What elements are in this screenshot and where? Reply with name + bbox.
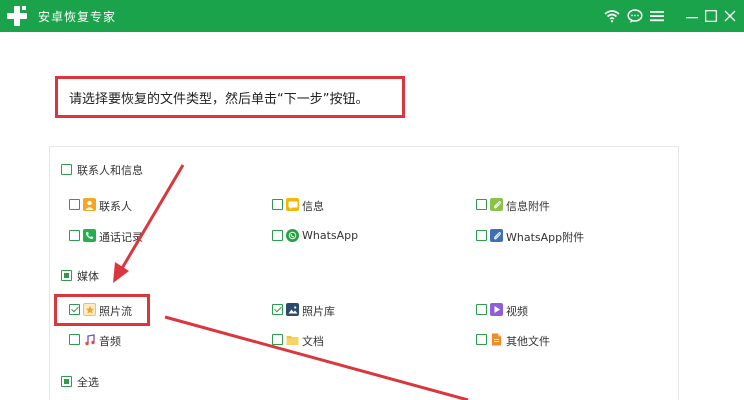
other-files-label: 其他文件	[506, 335, 550, 348]
title-bar: 安卓恢复专家	[0, 0, 744, 32]
select-all-label: 全选	[77, 376, 99, 389]
app-logo-icon	[7, 6, 27, 26]
section-media-checkbox[interactable]	[61, 270, 72, 281]
contact-icon	[83, 198, 96, 211]
annotation-highlight-box	[54, 294, 150, 326]
contacts-label: 联系人	[99, 200, 132, 213]
app-title: 安卓恢复专家	[38, 10, 117, 24]
whatsapp-attachment-icon	[490, 229, 503, 242]
documents-checkbox[interactable]	[272, 334, 283, 345]
audio-checkbox[interactable]	[69, 334, 80, 345]
whatsapp-attachments-checkbox[interactable]	[476, 230, 487, 241]
select-all-checkbox[interactable]	[61, 376, 72, 387]
photo-library-label: 照片库	[302, 305, 335, 318]
video-icon	[490, 303, 503, 316]
whatsapp-icon	[286, 229, 299, 242]
wifi-icon[interactable]	[603, 7, 621, 25]
maximize-button[interactable]	[703, 7, 719, 25]
section-contacts-label: 联系人和信息	[77, 164, 143, 177]
video-checkbox[interactable]	[476, 304, 487, 315]
messages-label: 信息	[302, 200, 324, 213]
video-label: 视频	[506, 305, 528, 318]
instruction-text: 请选择要恢复的文件类型，然后单击“下一步”按钮。	[55, 76, 405, 118]
audio-icon	[83, 333, 96, 346]
whatsapp-label: WhatsApp	[302, 229, 359, 242]
menu-icon[interactable]	[648, 7, 666, 25]
file-icon	[490, 333, 503, 346]
message-attachments-checkbox[interactable]	[476, 199, 487, 210]
whatsapp-attachments-label: WhatsApp附件	[506, 231, 585, 244]
messages-checkbox[interactable]	[272, 199, 283, 210]
other-files-checkbox[interactable]	[476, 334, 487, 345]
attachment-icon	[490, 198, 503, 211]
folder-icon	[286, 333, 299, 346]
call-log-checkbox[interactable]	[69, 230, 80, 241]
section-media-label: 媒体	[77, 270, 99, 283]
phone-icon	[83, 229, 96, 242]
photo-library-icon	[286, 303, 299, 316]
close-button[interactable]	[722, 7, 738, 25]
message-icon	[286, 198, 299, 211]
section-contacts-checkbox[interactable]	[61, 164, 72, 175]
whatsapp-checkbox[interactable]	[272, 230, 283, 241]
documents-label: 文档	[302, 335, 324, 348]
file-type-panel	[49, 146, 679, 400]
photo-library-checkbox[interactable]	[272, 304, 283, 315]
message-attachments-label: 信息附件	[506, 200, 550, 213]
audio-label: 音频	[99, 335, 121, 348]
call-log-label: 通话记录	[99, 231, 143, 244]
feedback-icon[interactable]	[626, 7, 644, 25]
minimize-button[interactable]	[684, 7, 700, 25]
contacts-checkbox[interactable]	[69, 199, 80, 210]
